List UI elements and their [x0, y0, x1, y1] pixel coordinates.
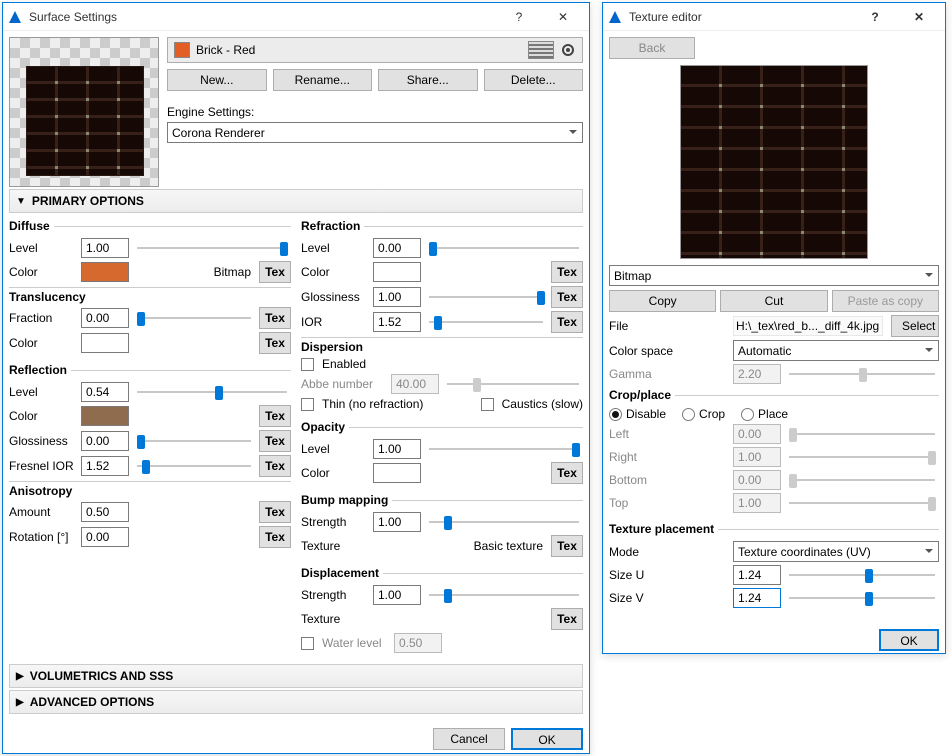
mode-select[interactable]: Texture coordinates (UV) [733, 541, 939, 562]
refl-ior[interactable] [81, 456, 129, 476]
crop-disable[interactable] [609, 408, 622, 421]
help-button[interactable]: ? [853, 3, 897, 31]
refr-ior[interactable] [373, 312, 421, 332]
bump-str[interactable] [373, 512, 421, 532]
window-title: Texture editor [629, 10, 853, 24]
diffuse-legend: Diffuse [9, 219, 54, 233]
water-check[interactable] [301, 637, 314, 650]
trans-slider[interactable] [137, 308, 251, 328]
select-file[interactable]: Select [891, 315, 939, 337]
app-icon [7, 9, 23, 25]
copy-button[interactable]: Copy [609, 290, 716, 312]
cancel-button[interactable]: Cancel [433, 728, 505, 750]
texture-preview [680, 65, 868, 259]
titlebar: Texture editor ? ✕ [603, 3, 945, 31]
refl-gloss[interactable] [81, 431, 129, 451]
dispersion-enabled[interactable] [301, 358, 314, 371]
thin-check[interactable] [301, 398, 314, 411]
surface-settings-window: Surface Settings ? ✕ Brick - Red New... … [2, 2, 590, 754]
diffuse-tex[interactable]: Tex [259, 261, 291, 283]
material-name: Brick - Red [196, 43, 522, 57]
diffuse-level[interactable] [81, 238, 129, 258]
hatch-icon[interactable] [528, 41, 554, 59]
disp-str[interactable] [373, 585, 421, 605]
aniso-rot[interactable] [81, 527, 129, 547]
refl-color[interactable] [81, 406, 129, 426]
refr-color[interactable] [373, 262, 421, 282]
cut-button[interactable]: Cut [720, 290, 827, 312]
share-button[interactable]: Share... [378, 69, 478, 91]
trans-fraction[interactable] [81, 308, 129, 328]
close-button[interactable]: ✕ [541, 3, 585, 31]
section-primary[interactable]: ▼PRIMARY OPTIONS [9, 189, 583, 213]
paste-button: Paste as copy [832, 290, 939, 312]
engine-select[interactable]: Corona Renderer [167, 122, 583, 143]
help-button[interactable]: ? [497, 3, 541, 31]
refr-level[interactable] [373, 238, 421, 258]
crop-crop[interactable] [682, 408, 695, 421]
abbe [391, 374, 439, 394]
rename-button[interactable]: Rename... [273, 69, 373, 91]
close-button[interactable]: ✕ [897, 3, 941, 31]
size-u[interactable] [733, 565, 781, 585]
file-path: H:\_tex\red_b..._diff_4k.jpg [733, 316, 883, 336]
app-icon [607, 9, 623, 25]
size-v[interactable] [733, 588, 781, 608]
material-header[interactable]: Brick - Red [167, 37, 583, 63]
colorspace-select[interactable]: Automatic [733, 340, 939, 361]
engine-label: Engine Settings: [167, 105, 254, 119]
new-button[interactable]: New... [167, 69, 267, 91]
ok-button[interactable]: OK [511, 728, 583, 750]
diffuse-level-slider[interactable] [137, 238, 287, 258]
trans-color[interactable] [81, 333, 129, 353]
gamma [733, 364, 781, 384]
refl-level[interactable] [81, 382, 129, 402]
delete-button[interactable]: Delete... [484, 69, 584, 91]
opac-level[interactable] [373, 439, 421, 459]
section-volumetrics[interactable]: ▶VOLUMETRICS AND SSS [9, 664, 583, 688]
water-val [394, 633, 442, 653]
titlebar: Surface Settings ? ✕ [3, 3, 589, 31]
refr-gloss[interactable] [373, 287, 421, 307]
ok-button[interactable]: OK [879, 629, 939, 651]
texture-type-select[interactable]: Bitmap [609, 265, 939, 286]
texture-editor-window: Texture editor ? ✕ Back Bitmap Copy Cut … [602, 2, 946, 654]
material-preview [9, 37, 159, 187]
back-button[interactable]: Back [609, 37, 695, 59]
crop-place[interactable] [741, 408, 754, 421]
opac-color[interactable] [373, 463, 421, 483]
material-color-swatch [174, 42, 190, 58]
window-title: Surface Settings [29, 10, 497, 24]
aniso-amt[interactable] [81, 502, 129, 522]
settings-icon[interactable] [560, 42, 576, 58]
section-advanced[interactable]: ▶ADVANCED OPTIONS [9, 690, 583, 714]
diffuse-color[interactable] [81, 262, 129, 282]
caustics-check[interactable] [481, 398, 494, 411]
